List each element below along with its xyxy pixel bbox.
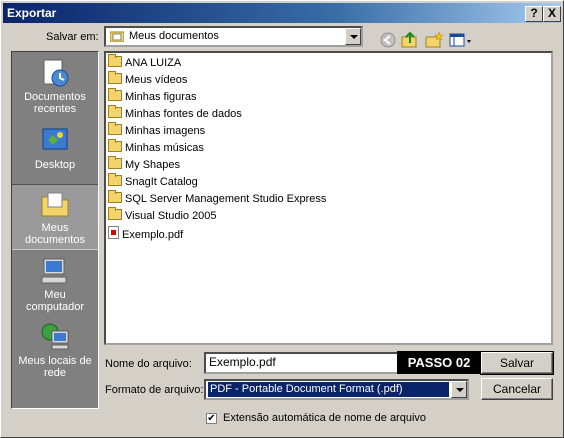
auto-extension-checkbox[interactable]: ✔ [206,413,217,424]
title-bar[interactable]: Exportar ? X [3,3,561,23]
picture-folder-icon [108,88,122,101]
place-label: Meus [41,222,69,234]
documents-folder-icon [109,30,125,43]
place-label: computador [25,301,85,313]
list-item[interactable]: Minhas imagens [108,122,206,140]
list-item[interactable]: SnagIt Catalog [108,173,198,191]
list-item[interactable]: Exemplo.pdf [108,226,183,242]
view-menu-icon[interactable] [449,31,473,49]
format-label: Formato de arquivo: [105,384,204,396]
pdf-file-icon [108,226,119,239]
file-name: Minhas imagens [125,125,206,137]
place-my-documents[interactable]: Meus documentos [12,184,98,250]
place-label: recentes [33,103,77,115]
back-icon[interactable] [379,31,397,49]
file-name: My Shapes [125,159,181,171]
file-list[interactable]: ANA LUIZA Meus vídeos Minhas figuras Min… [104,51,553,345]
place-network[interactable]: Meus locais de rede [12,318,98,382]
auto-extension-label: Extensão automática de nome de arquivo [223,412,427,424]
file-name: Visual Studio 2005 [125,210,217,222]
music-folder-icon [108,139,122,152]
up-folder-icon[interactable] [401,31,419,49]
folder-icon [108,207,122,220]
place-my-computer[interactable]: Meu computador [12,252,98,316]
file-name: Minhas músicas [125,142,204,154]
cancel-button[interactable]: Cancelar [481,378,553,400]
list-item[interactable]: SQL Server Management Studio Express [108,190,327,208]
format-dropdown[interactable]: PDF - Portable Document Format (.pdf) [204,379,469,400]
place-label: Desktop [34,159,76,171]
folder-icon [108,173,122,186]
list-item[interactable]: Meus vídeos [108,71,188,89]
datasource-folder-icon [108,105,122,118]
my-documents-folder-icon [40,189,70,219]
list-item[interactable]: Minhas fontes de dados [108,105,242,123]
chevron-down-icon[interactable] [451,381,467,398]
file-name: SnagIt Catalog [125,176,198,188]
list-item[interactable]: Visual Studio 2005 [108,207,217,225]
list-item[interactable]: ANA LUIZA [108,54,182,72]
step-annotation: PASSO 02 [397,351,481,374]
format-value: PDF - Portable Document Format (.pdf) [207,381,450,398]
list-item[interactable]: My Shapes [108,156,181,174]
place-label: Meus locais de [18,355,92,367]
place-label: rede [43,367,67,379]
save-in-label: Salvar em: [46,31,99,43]
chevron-down-icon[interactable] [345,28,361,45]
export-dialog: Exportar ? X Salvar em: Meus documentos … [0,0,564,438]
folder-icon [108,54,122,67]
place-recent-documents[interactable]: Documentos recentes [12,54,98,118]
file-name: ANA LUIZA [125,57,182,69]
folder-icon [108,190,122,203]
place-label: Meu [44,289,66,301]
close-button[interactable]: X [543,6,561,22]
place-desktop[interactable]: Desktop [12,122,98,174]
video-folder-icon [108,71,122,84]
help-button[interactable]: ? [525,6,543,22]
file-name: Meus vídeos [125,74,188,86]
recent-documents-icon [40,58,70,88]
new-folder-icon[interactable] [425,31,444,49]
network-places-icon [40,322,70,352]
desktop-icon [40,126,70,156]
filename-input[interactable]: Exemplo.pdf [204,352,404,374]
shapes-folder-icon [108,156,122,169]
place-label: documentos [25,234,85,246]
file-name: SQL Server Management Studio Express [125,193,327,205]
file-name: Minhas figuras [125,91,197,103]
picture-folder-icon [108,122,122,135]
file-name: Minhas fontes de dados [125,108,242,120]
my-computer-icon [40,256,70,286]
list-item[interactable]: Minhas figuras [108,88,197,106]
save-button[interactable]: Salvar [480,351,554,375]
place-label: Documentos [24,91,86,103]
save-in-value: Meus documentos [129,30,219,42]
filename-label: Nome do arquivo: [105,358,192,370]
file-name: Exemplo.pdf [122,229,184,241]
window-title: Exportar [7,6,57,20]
save-in-dropdown[interactable]: Meus documentos [104,26,363,47]
list-item[interactable]: Minhas músicas [108,139,204,157]
places-bar: Documentos recentes Desktop Meus documen… [11,51,99,409]
